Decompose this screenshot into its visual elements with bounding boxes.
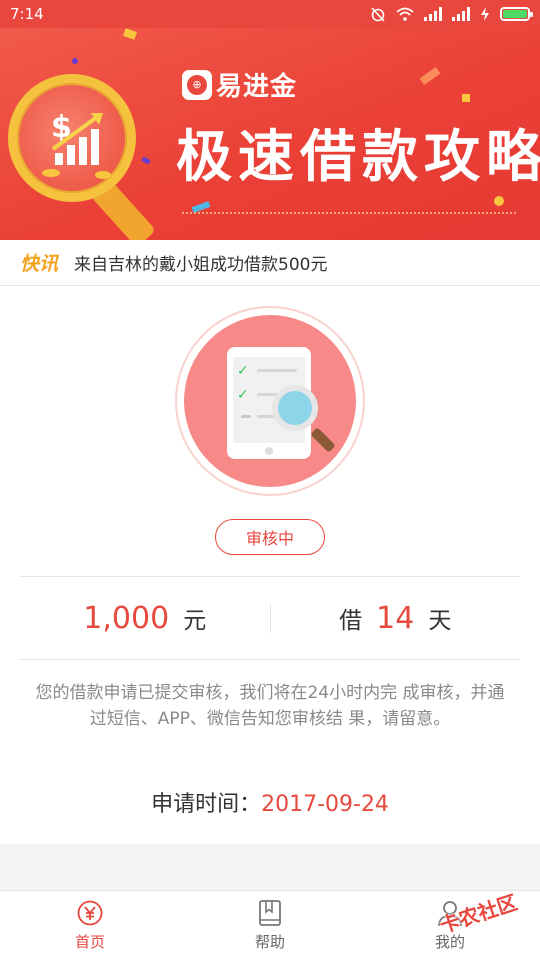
status-bar: 7:14 <box>0 0 540 28</box>
confetti-decoration <box>419 66 441 86</box>
application-time: 申请时间：2017-09-24 <box>0 786 540 818</box>
status-time: 7:14 <box>10 5 44 23</box>
application-time-value: 2017-09-24 <box>261 792 389 817</box>
banner-divider <box>182 212 516 214</box>
alarm-off-icon <box>371 7 385 22</box>
signal-icon-2 <box>452 7 470 21</box>
book-icon <box>256 899 284 927</box>
review-illustration-icon: ✓ ✓ <box>184 315 356 487</box>
term-value: 14 <box>376 600 415 636</box>
magnifying-glass-handle <box>310 427 336 453</box>
confetti-decoration <box>141 156 151 165</box>
brand-name: 易进金 <box>216 72 298 102</box>
brand-logo: ⊕ 易进金 <box>182 66 297 103</box>
status-description: 您的借款申请已提交审核，我们将在24小时内完 成审核，并通过短信、APP、微信告… <box>35 683 505 729</box>
confetti-decoration <box>462 94 470 102</box>
charging-icon <box>481 7 489 21</box>
confetti-decoration <box>494 196 504 206</box>
amount-value: 1,000 <box>83 600 170 636</box>
money-magnifier-icon: $ <box>8 74 136 202</box>
confetti-decoration <box>72 58 78 64</box>
loan-summary: 1,000 元 借 14 天 <box>20 577 520 659</box>
banner-title: 极速借款攻略 <box>176 125 540 190</box>
news-ticker[interactable]: 快讯 来自吉林的戴小姐成功借款500元 <box>0 240 540 286</box>
news-tag: 快讯 <box>20 253 59 275</box>
loan-amount: 1,000 元 <box>20 601 270 636</box>
status-badge: 审核中 <box>215 519 325 555</box>
divider <box>20 659 520 660</box>
nav-help-label: 帮助 <box>254 933 285 951</box>
news-text: 来自吉林的戴小姐成功借款500元 <box>74 255 328 275</box>
globe-logo-icon: ⊕ <box>182 69 212 100</box>
status-icons <box>370 6 533 22</box>
nav-home[interactable]: 首页 <box>0 891 180 960</box>
term-prefix: 借 <box>339 607 363 634</box>
amount-unit: 元 <box>183 607 207 634</box>
signal-icon <box>424 7 442 21</box>
application-time-label: 申请时间： <box>151 792 262 817</box>
confetti-decoration <box>122 28 138 40</box>
status-illustration: ✓ ✓ <box>175 306 365 496</box>
magnifying-glass-icon <box>272 385 318 431</box>
nav-home-label: 首页 <box>74 933 105 951</box>
battery-icon <box>500 7 533 21</box>
term-unit: 天 <box>428 607 452 634</box>
application-status-card: ✓ ✓ 审核中 1,000 元 借 14 天 您的借款申请已提交审核，我们将在2… <box>0 286 540 844</box>
loan-term: 借 14 天 <box>271 601 521 636</box>
wifi-icon <box>396 7 414 21</box>
yuan-coin-icon <box>76 899 104 927</box>
nav-help[interactable]: 帮助 <box>180 891 360 960</box>
promo-banner[interactable]: $ ⊕ 易进金 极速借款攻略 <box>0 28 540 240</box>
